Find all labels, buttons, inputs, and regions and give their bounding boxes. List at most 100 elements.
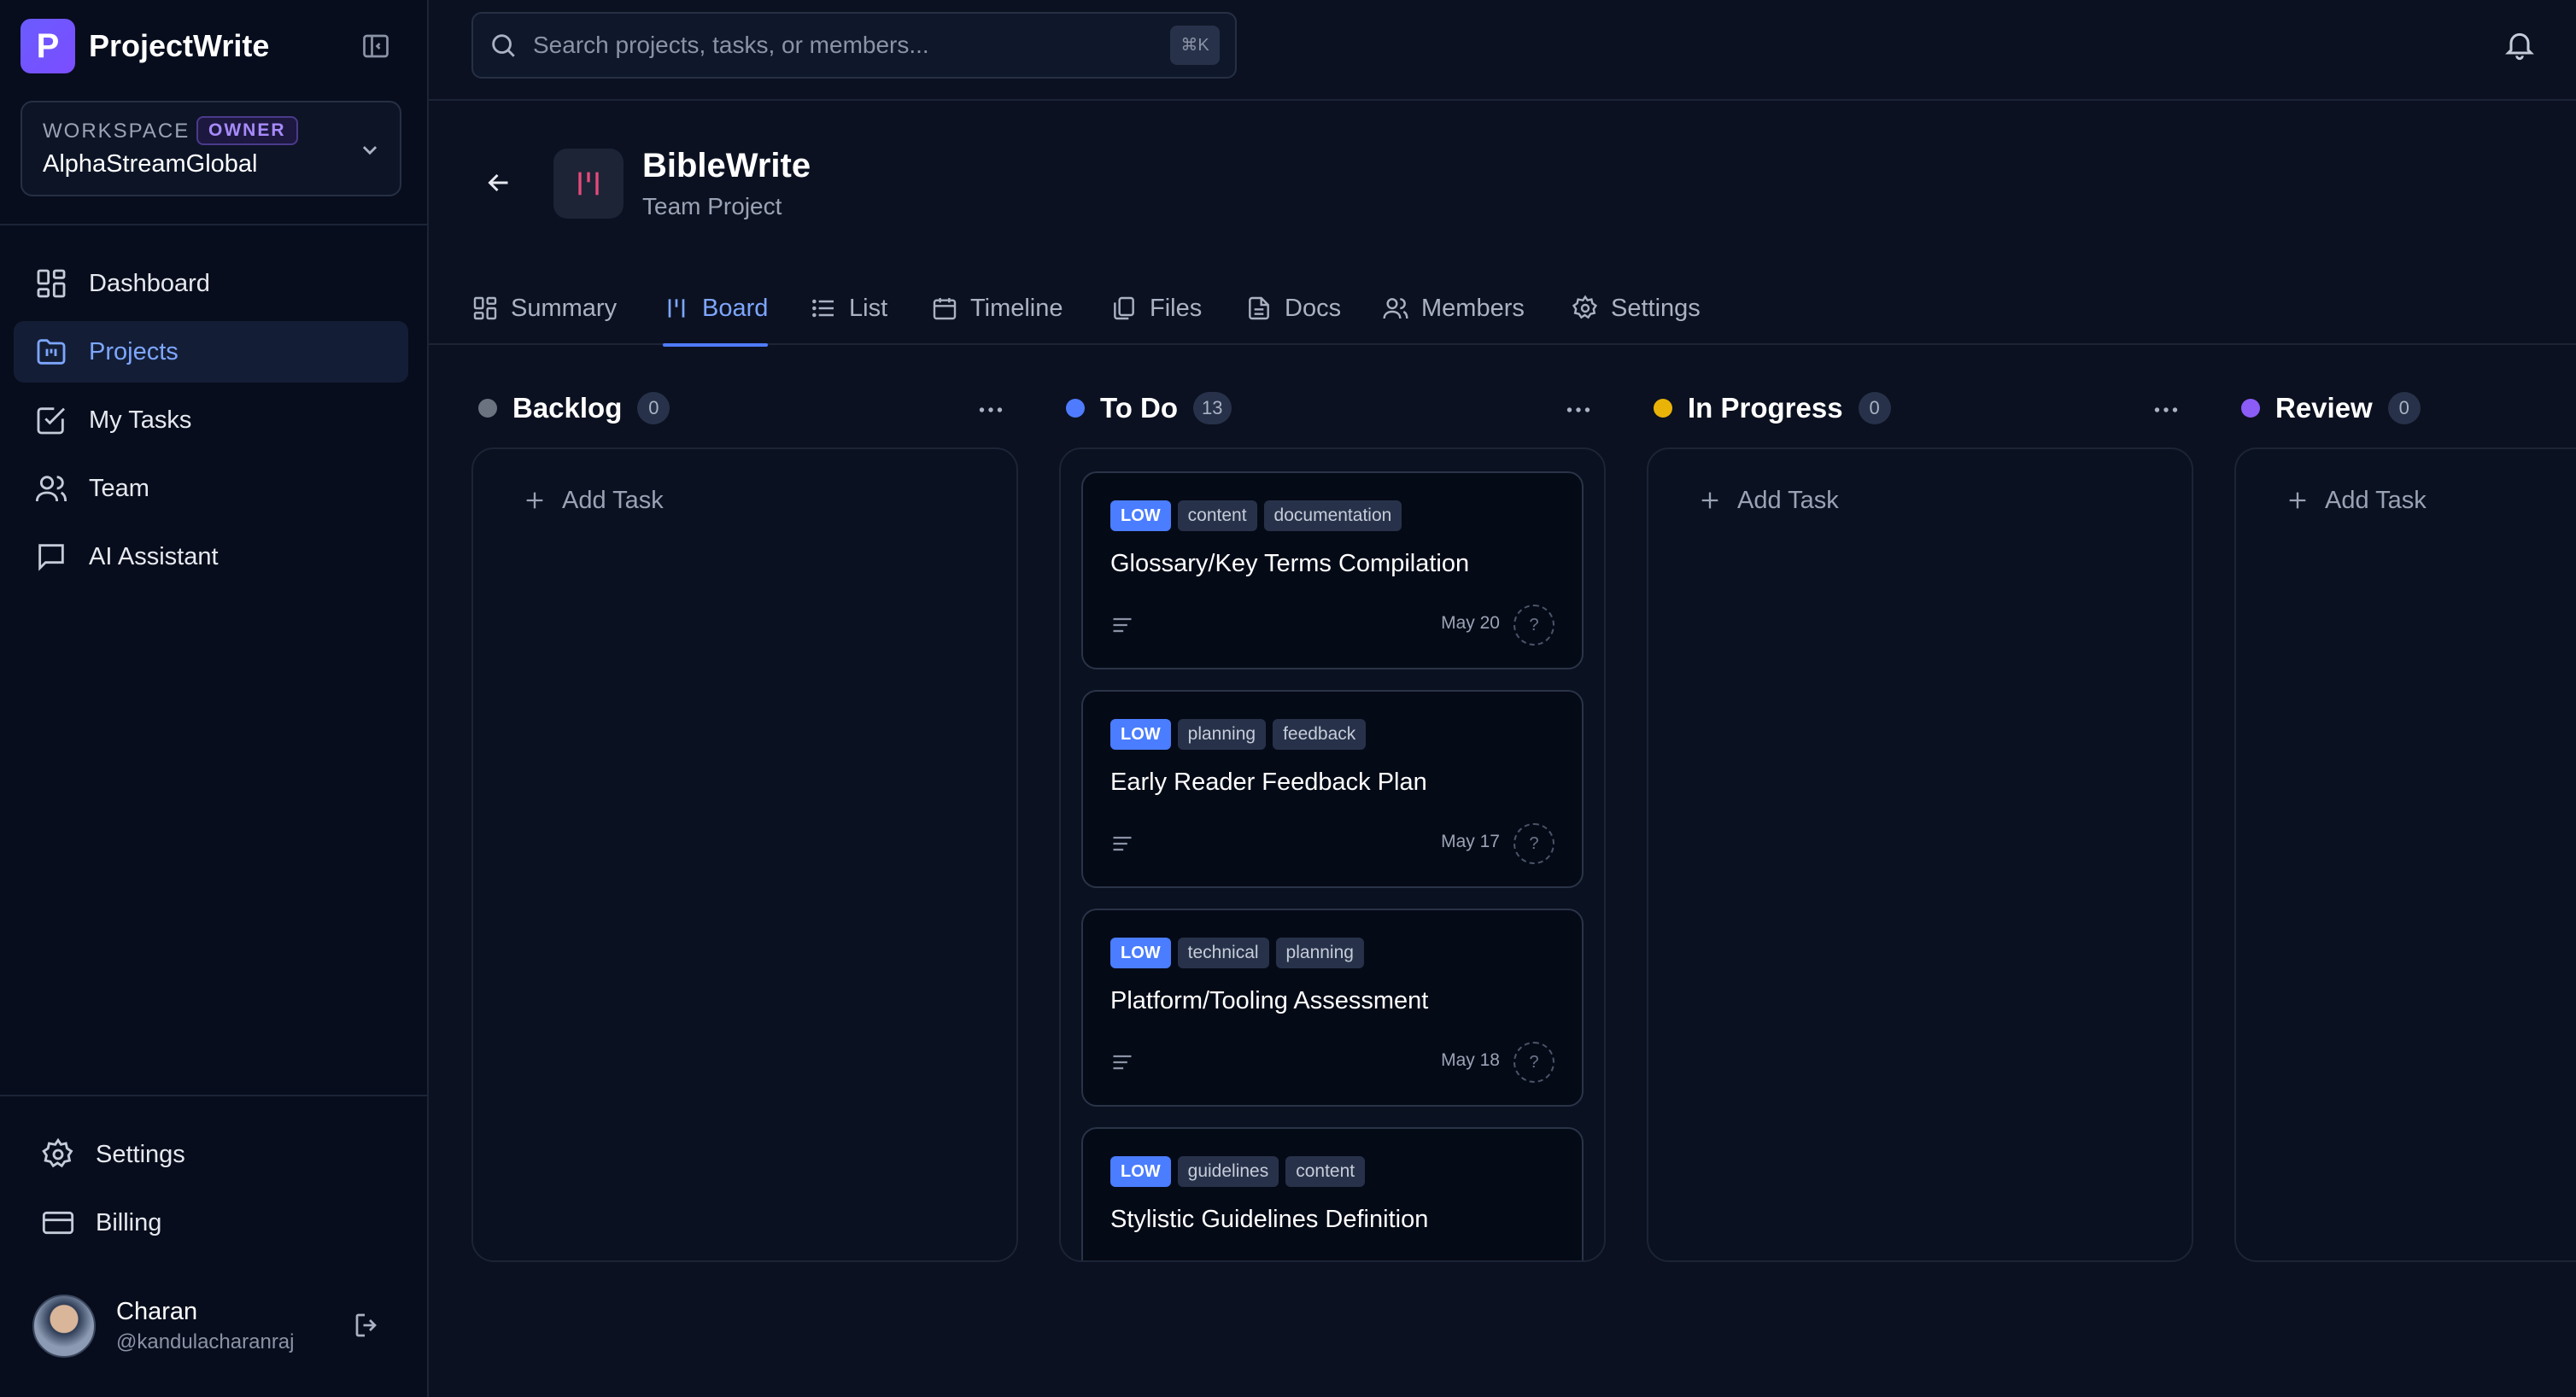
- project-subtitle: Team Project: [642, 193, 782, 219]
- column-title: Backlog: [512, 392, 623, 424]
- tab-members[interactable]: Members: [1382, 272, 1525, 345]
- task-card[interactable]: LOW guidelines content Stylistic Guideli…: [1081, 1127, 1584, 1262]
- unassigned-avatar[interactable]: ?: [1513, 1260, 1554, 1262]
- tab-files[interactable]: Files: [1110, 272, 1202, 345]
- workspace-role-badge: OWNER: [196, 116, 298, 145]
- brand[interactable]: P ProjectWrite: [20, 19, 269, 73]
- task-card[interactable]: LOW technical planning Platform/Tooling …: [1081, 909, 1584, 1107]
- add-task-button[interactable]: Add Task: [2286, 483, 2427, 517]
- add-task-label: Add Task: [562, 486, 664, 514]
- sidebar-item-my-tasks[interactable]: My Tasks: [14, 389, 408, 451]
- tab-settings[interactable]: Settings: [1572, 272, 1701, 345]
- add-task-button[interactable]: Add Task: [523, 483, 664, 517]
- tab-label: Docs: [1285, 294, 1342, 322]
- project-board-icon: [553, 149, 624, 219]
- sidebar-item-label: AI Assistant: [89, 542, 219, 570]
- tab-summary[interactable]: Summary: [471, 272, 617, 345]
- back-arrow-icon[interactable]: [483, 167, 514, 198]
- sidebar: P ProjectWrite WORKSPACE OWNER AlphaStre…: [0, 0, 429, 1397]
- task-card[interactable]: LOW planning feedback Early Reader Feedb…: [1081, 690, 1584, 888]
- search-icon: [489, 31, 518, 60]
- task-tags: LOW guidelines content: [1110, 1156, 1372, 1187]
- search-bar[interactable]: ⌘K: [471, 12, 1237, 79]
- gear-icon: [41, 1137, 75, 1172]
- task-tag: content: [1177, 500, 1257, 531]
- column-status-dot: [1654, 399, 1672, 418]
- task-tag: feedback: [1273, 719, 1367, 750]
- tab-label: Summary: [511, 294, 618, 322]
- priority-badge: LOW: [1110, 938, 1171, 968]
- user-name: Charan: [116, 1298, 198, 1325]
- sidebar-item-projects[interactable]: Projects: [14, 321, 408, 383]
- priority-badge: LOW: [1110, 719, 1171, 750]
- description-icon: [1110, 832, 1134, 856]
- sidebar-item-ai-assistant[interactable]: AI Assistant: [14, 526, 408, 587]
- task-card[interactable]: LOW content documentation Glossary/Key T…: [1081, 471, 1584, 669]
- column-status-dot: [1066, 399, 1085, 418]
- column-status-dot: [478, 399, 497, 418]
- column-header-todo: To Do 13: [1066, 389, 1232, 427]
- grid-icon: [471, 295, 499, 322]
- tab-list[interactable]: List: [810, 272, 887, 345]
- workspace-label: WORKSPACE: [43, 120, 190, 143]
- unassigned-avatar[interactable]: ?: [1513, 605, 1554, 646]
- task-tag: technical: [1177, 938, 1269, 968]
- task-tag: planning: [1177, 719, 1267, 750]
- sidebar-item-label: Settings: [96, 1140, 185, 1168]
- tab-label: Timeline: [970, 294, 1063, 322]
- column-in-progress: Add Task: [1647, 447, 2193, 1262]
- search-input[interactable]: [533, 26, 1114, 65]
- priority-badge: LOW: [1110, 1156, 1171, 1187]
- plus-icon: [523, 488, 547, 512]
- tab-label: Members: [1421, 294, 1525, 322]
- plus-icon: [1698, 488, 1722, 512]
- doc-icon: [1245, 295, 1273, 322]
- collapse-sidebar-icon[interactable]: [360, 31, 391, 61]
- task-title: Stylistic Guidelines Definition: [1110, 1206, 1429, 1233]
- tab-label: List: [849, 294, 888, 322]
- sidebar-item-label: My Tasks: [89, 406, 192, 434]
- sidebar-divider: [0, 224, 429, 225]
- more-horizontal-icon[interactable]: [975, 395, 1006, 425]
- task-tags: LOW content documentation: [1110, 500, 1408, 531]
- tab-board[interactable]: Board: [663, 272, 769, 347]
- task-title: Early Reader Feedback Plan: [1110, 769, 1427, 796]
- more-horizontal-icon[interactable]: [2151, 395, 2181, 425]
- avatar: [32, 1295, 96, 1358]
- tab-docs[interactable]: Docs: [1245, 272, 1341, 345]
- description-icon: [1110, 613, 1134, 637]
- sidebar-item-billing[interactable]: Billing: [14, 1192, 408, 1254]
- column-count-badge: 13: [1193, 392, 1232, 424]
- dashboard-icon: [34, 266, 68, 301]
- unassigned-avatar[interactable]: ?: [1513, 1042, 1554, 1083]
- logout-icon[interactable]: [352, 1310, 383, 1341]
- project-tabs: Summary Board List Timeline Files Docs M…: [429, 272, 2576, 347]
- tab-label: Settings: [1611, 294, 1701, 322]
- add-task-button[interactable]: Add Task: [1698, 483, 1839, 517]
- sidebar-divider: [0, 1095, 429, 1096]
- column-backlog: Add Task: [471, 447, 1018, 1262]
- bell-icon[interactable]: [2503, 27, 2537, 61]
- list-icon: [810, 295, 837, 322]
- brand-name: ProjectWrite: [89, 28, 270, 63]
- user-profile[interactable]: Charan @kandulacharanraj: [32, 1295, 408, 1358]
- more-horizontal-icon[interactable]: [1563, 395, 1594, 425]
- sidebar-item-dashboard[interactable]: Dashboard: [14, 253, 408, 314]
- tab-label: Files: [1150, 294, 1203, 322]
- top-bar: ⌘K: [429, 0, 2576, 101]
- column-title: In Progress: [1688, 392, 1843, 424]
- tab-timeline[interactable]: Timeline: [931, 272, 1063, 345]
- sidebar-item-settings[interactable]: Settings: [14, 1124, 408, 1185]
- sidebar-item-team[interactable]: Team: [14, 458, 408, 519]
- column-count-badge: 0: [1858, 392, 1891, 424]
- task-due-date: May 17: [1441, 832, 1500, 851]
- calendar-icon: [931, 295, 958, 322]
- unassigned-avatar[interactable]: ?: [1513, 823, 1554, 864]
- column-header-in-progress: In Progress 0: [1654, 389, 1891, 427]
- column-title: Review: [2275, 392, 2373, 424]
- workspace-switcher[interactable]: WORKSPACE OWNER AlphaStreamGlobal: [20, 101, 401, 196]
- members-icon: [1382, 295, 1409, 322]
- task-due-date: May 20: [1441, 613, 1500, 633]
- column-status-dot: [2241, 399, 2260, 418]
- projects-icon: [34, 335, 68, 369]
